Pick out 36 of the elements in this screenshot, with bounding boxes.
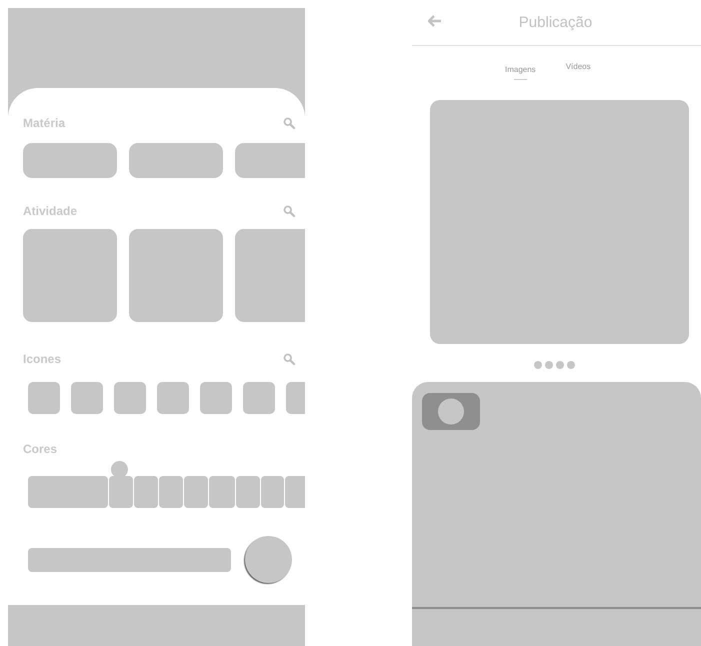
page-dot[interactable] [567, 361, 575, 369]
back-arrow-icon[interactable] [428, 15, 442, 27]
color-slider[interactable] [28, 461, 305, 508]
page-dot[interactable] [534, 361, 542, 369]
color-swatch[interactable] [261, 476, 284, 508]
subject-card[interactable] [23, 143, 117, 178]
search-icon[interactable] [283, 205, 295, 217]
page-dot[interactable] [556, 361, 564, 369]
search-icon[interactable] [283, 117, 295, 129]
subject-card[interactable] [235, 143, 305, 178]
activity-card[interactable] [129, 229, 223, 322]
camera-icon[interactable] [422, 393, 480, 430]
color-swatch[interactable] [184, 476, 208, 508]
icon-slot[interactable] [243, 382, 275, 414]
screen-title: Publicação [518, 14, 592, 31]
color-swatch[interactable] [109, 476, 133, 508]
color-swatch[interactable] [159, 476, 183, 508]
color-swatch[interactable] [28, 476, 108, 508]
color-swatch[interactable] [209, 476, 235, 508]
activity-card[interactable] [235, 229, 305, 322]
slider-thumb[interactable] [111, 461, 128, 478]
tab[interactable]: Imagens [505, 65, 536, 80]
subject-card[interactable] [129, 143, 223, 178]
round-button[interactable] [245, 536, 292, 583]
icon-slot[interactable] [114, 382, 146, 414]
activity-card[interactable] [23, 229, 117, 322]
icon-slot[interactable] [200, 382, 232, 414]
tab[interactable]: Vídeos [566, 62, 591, 77]
search-icon[interactable] [283, 353, 295, 365]
icon-slot[interactable] [28, 382, 60, 414]
icon-slot[interactable] [71, 382, 103, 414]
icon-slot[interactable] [157, 382, 189, 414]
color-swatch[interactable] [236, 476, 260, 508]
input-field[interactable] [28, 548, 231, 572]
color-swatch[interactable] [134, 476, 158, 508]
page-dot[interactable] [545, 361, 553, 369]
